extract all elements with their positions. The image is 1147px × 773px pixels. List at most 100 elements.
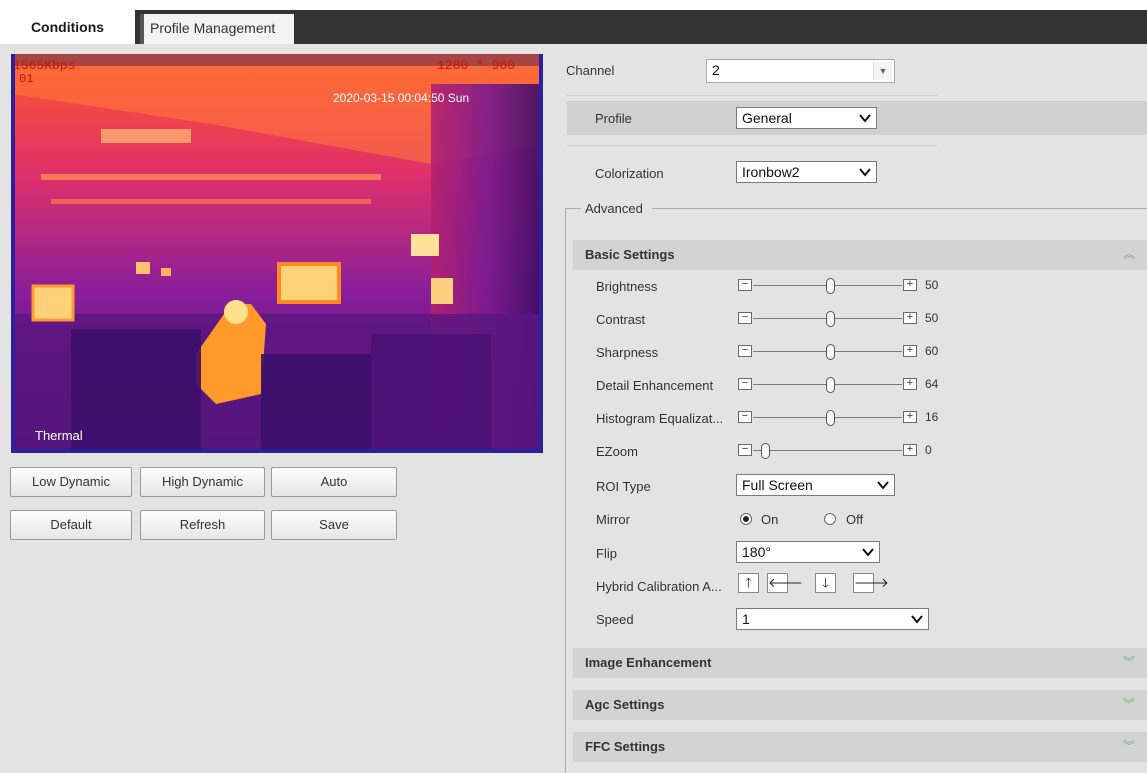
bitrate-osd: 1565Kbps	[13, 58, 76, 73]
mirror-off-label: Off	[846, 512, 864, 527]
arrow-up-icon: 🡑	[745, 575, 752, 590]
chevron-down-icon: ▼	[873, 62, 892, 80]
flip-label: Flip	[596, 546, 617, 561]
speed-value: 1	[742, 611, 750, 627]
thermal-image	[11, 54, 543, 453]
basic-settings-header[interactable]: Basic Settings ︽	[573, 240, 1147, 270]
high-dynamic-button[interactable]: High Dynamic	[140, 467, 265, 497]
low-dynamic-button[interactable]: Low Dynamic	[10, 467, 132, 497]
slider-value: 50	[925, 278, 939, 292]
hybrid-calibration-label: Hybrid Calibration A...	[596, 579, 722, 594]
thermal-video-preview[interactable]: 1565Kbps 1280 * 960 01 2020-03-15 00:04:…	[11, 54, 543, 453]
advanced-label: Advanced	[585, 201, 643, 216]
slider-increase-button[interactable]: +	[903, 279, 917, 291]
slider-label: Contrast	[596, 312, 646, 327]
slider-label: Histogram Equalizat...	[596, 411, 724, 426]
slider-handle[interactable]	[826, 311, 835, 327]
section-title: FFC Settings	[585, 739, 666, 754]
chevron-down-icon: ︾	[1122, 655, 1135, 669]
speed-select[interactable]: 1	[736, 608, 929, 630]
arrow-left-button[interactable]: 🡐	[767, 573, 803, 593]
thermal-mode-label: Thermal	[35, 428, 83, 443]
chevron-down-icon: ︾	[1122, 697, 1135, 711]
tab-profile-management[interactable]: Profile Management	[140, 14, 294, 44]
slider-value: 0	[925, 443, 932, 457]
slider-decrease-button[interactable]: −	[738, 378, 752, 390]
slider-decrease-button[interactable]: −	[738, 345, 752, 357]
chevron-down-icon	[862, 548, 874, 557]
divider	[567, 145, 937, 146]
slider-increase-button[interactable]: +	[903, 411, 917, 423]
slider-label: Brightness	[596, 279, 658, 294]
section-title: Agc Settings	[585, 697, 665, 712]
mirror-label: Mirror	[596, 512, 630, 527]
arrow-right-button[interactable]: 🡒	[853, 573, 889, 593]
channel-tag-osd: 01	[19, 72, 34, 86]
slider-handle[interactable]	[761, 443, 770, 459]
auto-button[interactable]: Auto	[271, 467, 397, 497]
channel-select[interactable]: 2 ▼	[706, 59, 895, 83]
divider	[567, 95, 937, 96]
slider-label: EZoom	[596, 444, 638, 459]
speed-label: Speed	[596, 612, 634, 627]
slider-handle[interactable]	[826, 278, 835, 294]
channel-label: Channel	[566, 63, 615, 78]
colorization-value: Ironbow2	[742, 164, 800, 180]
mirror-on-radio[interactable]	[740, 513, 752, 525]
flip-value: 180°	[742, 544, 771, 560]
chevron-down-icon	[877, 481, 889, 490]
chevron-down-icon	[911, 615, 923, 624]
slider-value: 16	[925, 410, 939, 424]
mirror-off-radio[interactable]	[824, 513, 836, 525]
colorization-label: Colorization	[595, 166, 664, 181]
slider-label: Sharpness	[596, 345, 659, 360]
chevron-down-icon	[859, 168, 871, 177]
channel-value: 2	[712, 62, 720, 78]
tab-conditions[interactable]: Conditions	[0, 10, 135, 44]
resolution-osd: 1280 * 960	[437, 58, 516, 73]
slider-increase-button[interactable]: +	[903, 312, 917, 324]
timestamp-osd: 2020-03-15 00:04:50 Sun	[333, 91, 470, 105]
slider-value: 64	[925, 377, 939, 391]
slider-handle[interactable]	[826, 377, 835, 393]
slider-value: 60	[925, 344, 939, 358]
roi-type-select[interactable]: Full Screen	[736, 474, 895, 496]
slider-track[interactable]	[753, 450, 902, 451]
default-button[interactable]: Default	[10, 510, 132, 540]
slider-decrease-button[interactable]: −	[738, 411, 752, 423]
divider	[565, 208, 566, 773]
refresh-button[interactable]: Refresh	[140, 510, 265, 540]
slider-increase-button[interactable]: +	[903, 444, 917, 456]
divider	[565, 208, 581, 209]
arrow-left-icon: 🡐	[768, 575, 803, 590]
slider-value: 50	[925, 311, 939, 325]
profile-value: General	[742, 110, 792, 126]
slider-label: Detail Enhancement	[596, 378, 714, 393]
slider-handle[interactable]	[826, 410, 835, 426]
slider-decrease-button[interactable]: −	[738, 312, 752, 324]
image-enhancement-header[interactable]: Image Enhancement ︾	[573, 648, 1147, 678]
chevron-down-icon: ︾	[1122, 739, 1135, 753]
roi-type-label: ROI Type	[596, 479, 651, 494]
profile-label: Profile	[595, 111, 632, 126]
slider-increase-button[interactable]: +	[903, 345, 917, 357]
flip-select[interactable]: 180°	[736, 541, 880, 563]
chevron-up-icon: ︽	[1122, 247, 1135, 261]
colorization-select[interactable]: Ironbow2	[736, 161, 877, 183]
profile-select[interactable]: General	[736, 107, 877, 129]
agc-settings-header[interactable]: Agc Settings ︾	[573, 690, 1147, 720]
slider-decrease-button[interactable]: −	[738, 279, 752, 291]
arrow-up-button[interactable]: 🡑	[738, 573, 759, 593]
section-title: Image Enhancement	[585, 655, 712, 670]
divider	[652, 208, 1147, 209]
slider-decrease-button[interactable]: −	[738, 444, 752, 456]
slider-handle[interactable]	[826, 344, 835, 360]
arrow-down-button[interactable]: 🡓	[815, 573, 836, 593]
section-title: Basic Settings	[585, 247, 675, 262]
ffc-settings-header[interactable]: FFC Settings ︾	[573, 732, 1147, 762]
roi-type-value: Full Screen	[742, 477, 813, 493]
chevron-down-icon	[859, 114, 871, 123]
slider-increase-button[interactable]: +	[903, 378, 917, 390]
save-button[interactable]: Save	[271, 510, 397, 540]
arrow-down-icon: 🡓	[822, 575, 829, 590]
